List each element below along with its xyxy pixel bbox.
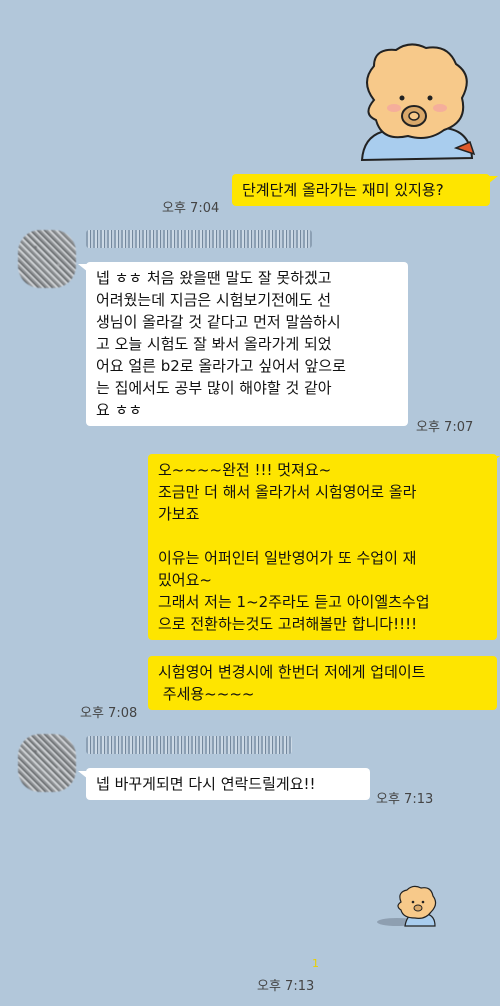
- blurred-sender-name: [86, 736, 292, 754]
- bubble-tail: [488, 176, 498, 184]
- blurred-sender-name: [86, 230, 312, 248]
- message-time: 오후 7:07: [416, 420, 474, 435]
- message-bubble-sent[interactable]: 오~~~~완전 !!! 멋져요~ 조금만 더 해서 올라가서 시험영어로 올라 …: [148, 454, 497, 640]
- message-time: 오후 7:08: [80, 706, 138, 721]
- bear-sticker-small-icon[interactable]: [375, 884, 439, 930]
- unread-count: 1: [312, 957, 319, 970]
- message-bubble-received[interactable]: 넵 ㅎㅎ 처음 왔을땐 말도 잘 못하겠고 어려웠는데 지금은 시험보기전에도 …: [86, 262, 408, 426]
- blurred-profile-avatar[interactable]: [18, 230, 76, 288]
- blurred-profile-avatar[interactable]: [18, 734, 76, 792]
- bear-sticker-icon: [360, 43, 476, 162]
- message-bubble-sent[interactable]: 시험영어 변경시에 한번더 저에게 업데이트 주세용~~~~: [148, 656, 497, 710]
- message-time: 오후 7:13: [257, 979, 315, 994]
- message-bubble-sent[interactable]: 단계단계 올라가는 재미 있지용?: [232, 174, 490, 206]
- message-time: 오후 7:04: [162, 201, 220, 216]
- message-time: 오후 7:13: [376, 792, 434, 807]
- bubble-tail: [490, 456, 500, 464]
- message-bubble-received[interactable]: 넵 바꾸게되면 다시 연락드릴게요!!: [86, 768, 370, 800]
